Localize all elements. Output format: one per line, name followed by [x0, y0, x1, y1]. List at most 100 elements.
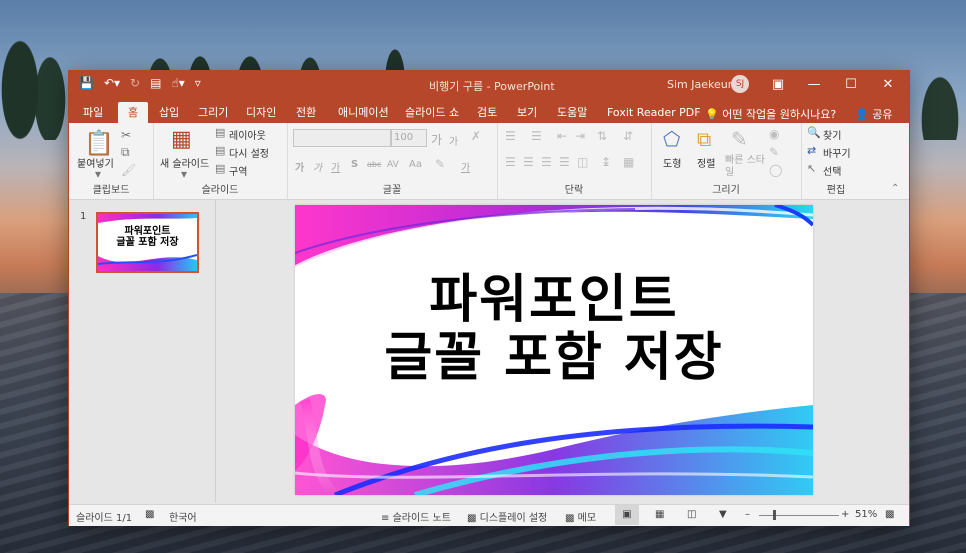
reading-view-icon[interactable]: ◫ — [687, 509, 696, 520]
zoom-slider[interactable] — [759, 515, 839, 516]
zoom-level[interactable]: 51% — [855, 509, 877, 520]
share-button[interactable]: 👤 공유 — [855, 106, 892, 122]
tab-animations[interactable]: 애니메이션 — [334, 102, 393, 123]
bullets-icon[interactable]: ☰ — [505, 129, 516, 143]
slide-title[interactable]: 파워포인트 글꼴 포함 저장 — [295, 271, 813, 387]
align-right-icon[interactable]: ☰ — [541, 155, 552, 169]
tab-foxit-reader-pdf[interactable]: Foxit Reader PDF — [603, 102, 705, 123]
reset-button[interactable]: 다시 설정 — [229, 145, 269, 160]
shapes-icon[interactable]: ⬠ — [663, 127, 680, 151]
comment-icon: ▩ — [565, 513, 578, 524]
tab-home[interactable]: 홈 — [118, 102, 148, 123]
group-label-drawing: 그리기 — [712, 185, 740, 196]
shadow-button[interactable]: S — [351, 159, 358, 170]
thumbnail-number: 1 — [80, 211, 87, 222]
align-text-icon[interactable]: ↨ — [601, 155, 611, 169]
tab-view[interactable]: 보기 — [513, 102, 541, 123]
change-case-button[interactable]: Aa — [409, 159, 422, 170]
maximize-icon[interactable]: ☐ — [836, 74, 866, 96]
increase-indent-icon[interactable]: ⇥ — [575, 129, 585, 143]
save-icon[interactable]: 💾 — [79, 76, 94, 90]
layout-button[interactable]: 레이아웃 — [229, 127, 266, 142]
shapes-button[interactable]: 도형 — [663, 155, 681, 170]
slide-thumbnail[interactable]: 파워포인트 글꼴 포함 저장 — [96, 212, 199, 273]
paste-icon[interactable]: 📋 — [84, 129, 114, 157]
zoom-out-icon[interactable]: – — [745, 509, 750, 520]
slideshow-view-icon[interactable]: ▼ — [719, 509, 727, 520]
columns-icon[interactable]: ◫ — [577, 155, 588, 169]
font-name-combo[interactable] — [293, 129, 391, 147]
tab-design[interactable]: 디자인 — [242, 102, 280, 123]
format-painter-icon[interactable]: 🖌 — [121, 163, 136, 177]
slide-canvas[interactable]: 파워포인트 글꼴 포함 저장 — [295, 205, 813, 495]
thumbnail-title-line1: 파워포인트 — [124, 226, 171, 237]
paste-dropdown-icon[interactable]: ▾ — [95, 167, 101, 181]
italic-button[interactable]: 가 — [313, 159, 322, 174]
notes-button[interactable]: ≡ 슬라이드 노트 — [381, 509, 451, 524]
minimize-icon[interactable]: — — [799, 74, 829, 96]
touch-mode-icon[interactable]: ☝▾ — [171, 76, 184, 90]
align-center-icon[interactable]: ☰ — [523, 155, 534, 169]
line-spacing-icon[interactable]: ⇅ — [597, 129, 607, 143]
text-direction-icon[interactable]: ⇵ — [623, 129, 633, 143]
spell-check-icon[interactable]: ▩ — [145, 509, 154, 520]
shrink-font-button[interactable]: 가 — [449, 133, 458, 148]
clear-formatting-icon[interactable]: ✗ — [471, 129, 481, 143]
comments-button[interactable]: ▩ 메모 — [565, 509, 596, 524]
normal-view-icon[interactable]: ▣ — [615, 505, 639, 525]
customize-qat-icon[interactable]: ▿ — [195, 76, 201, 90]
slide-sorter-icon[interactable]: ▦ — [655, 509, 664, 520]
shape-outline-icon[interactable]: ✎ — [769, 145, 779, 159]
collapse-ribbon-icon[interactable]: ⌃ — [891, 183, 899, 194]
language-indicator[interactable]: 한국어 — [169, 509, 197, 524]
close-icon[interactable]: ✕ — [873, 74, 903, 96]
redo-icon[interactable]: ↻ — [130, 76, 140, 90]
display-settings-button[interactable]: ▩ 디스플레이 설정 — [467, 509, 547, 524]
find-button[interactable]: 찾기 — [823, 127, 841, 142]
workspace: 1 파워포인트 글꼴 포함 저장 파워포인트 글꼴 포함 저장 — [69, 200, 909, 503]
align-left-icon[interactable]: ☰ — [505, 155, 516, 169]
tab-transitions[interactable]: 전환 — [292, 102, 320, 123]
tab-file[interactable]: 파일 — [79, 102, 107, 123]
new-slide-dropdown-icon[interactable]: ▾ — [181, 167, 187, 181]
shape-fill-icon[interactable]: ◉ — [769, 127, 779, 141]
group-label-clipboard: 클립보드 — [92, 185, 130, 196]
replace-button[interactable]: 바꾸기 — [823, 145, 851, 160]
user-avatar[interactable]: SJ — [731, 75, 749, 93]
ribbon-home: 📋 붙여넣기 ▾ ✂ ⧉ 🖌 클립보드 ▦ 새 슬라이드 ▾ ▤ 레이아웃 ▤ … — [69, 123, 909, 200]
tab-review[interactable]: 검토 — [473, 102, 501, 123]
character-spacing-button[interactable]: AV — [387, 160, 399, 170]
copy-icon[interactable]: ⧉ — [121, 145, 130, 160]
highlight-color-icon[interactable]: ✎ — [435, 157, 445, 171]
new-slide-icon[interactable]: ▦ — [171, 127, 192, 152]
quick-styles-icon[interactable]: ✎ — [731, 127, 748, 151]
tab-draw[interactable]: 그리기 — [194, 102, 232, 123]
shape-effects-icon[interactable]: ◯ — [769, 163, 782, 177]
grow-font-button[interactable]: 가 — [431, 131, 442, 148]
fit-to-window-icon[interactable]: ▩ — [885, 509, 894, 520]
zoom-in-icon[interactable]: + — [841, 509, 849, 520]
tab-help[interactable]: 도움말 — [553, 102, 591, 123]
user-name[interactable]: Sim Jaekeun — [667, 78, 735, 91]
numbering-icon[interactable]: ☰ — [531, 129, 542, 143]
quick-styles-button[interactable]: 빠른 스타일 — [725, 155, 765, 179]
undo-icon[interactable]: ↶▾ — [104, 76, 120, 90]
justify-icon[interactable]: ☰ — [559, 155, 570, 169]
smartart-icon[interactable]: ▦ — [623, 155, 634, 169]
select-button[interactable]: 선택 — [823, 163, 841, 178]
tab-slideshow[interactable]: 슬라이드 쇼 — [401, 102, 463, 123]
cut-icon[interactable]: ✂ — [121, 128, 131, 142]
arrange-icon[interactable]: ⧉ — [697, 127, 711, 151]
arrange-button[interactable]: 정렬 — [697, 155, 715, 170]
font-color-button[interactable]: 가 — [461, 159, 470, 174]
zoom-slider-thumb[interactable] — [773, 510, 776, 520]
underline-button[interactable]: 가 — [331, 159, 340, 174]
bold-button[interactable]: 가 — [295, 159, 304, 174]
slideshow-from-beginning-icon[interactable]: ▤ — [150, 76, 161, 90]
ribbon-display-options-icon[interactable]: ▣ — [763, 74, 793, 96]
section-button[interactable]: 구역 — [229, 163, 247, 178]
tab-insert[interactable]: 삽입 — [155, 102, 183, 123]
decrease-indent-icon[interactable]: ⇤ — [557, 129, 567, 143]
strikethrough-button[interactable]: abc — [367, 160, 381, 169]
tell-me-box[interactable]: 💡 어떤 작업을 원하시나요? — [705, 106, 836, 122]
